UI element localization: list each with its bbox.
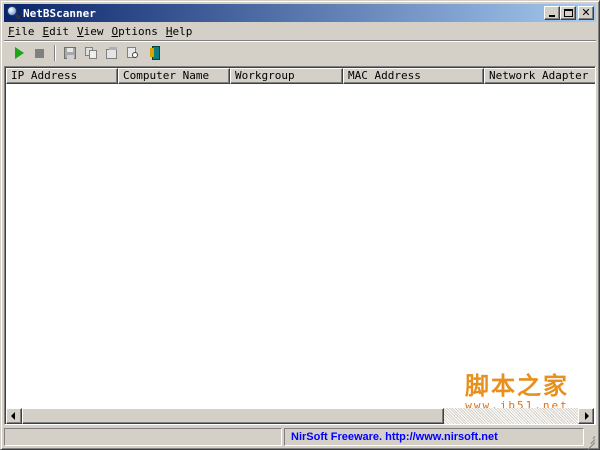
close-icon: ✕ xyxy=(581,6,591,19)
column-computer-name[interactable]: Computer Name xyxy=(118,68,230,84)
arrow-left-icon xyxy=(11,412,15,420)
site-watermark: 脚本之家 www.jb51.net xyxy=(452,372,582,412)
properties-button[interactable] xyxy=(102,44,122,62)
column-headers: IP Address Computer Name Workgroup MAC A… xyxy=(6,68,595,84)
properties-icon xyxy=(105,46,119,60)
copy-button[interactable] xyxy=(81,44,101,62)
arrow-right-icon xyxy=(585,412,589,420)
window-title: NetBScanner xyxy=(23,6,96,20)
status-panel-nirsoft-link[interactable]: NirSoft Freeware. http://www.nirsoft.net xyxy=(284,428,584,446)
menu-edit[interactable]: Edit xyxy=(39,24,74,39)
scroll-right-button[interactable] xyxy=(578,408,594,424)
app-window: NetBScanner ✕ File Edit View Options Hel… xyxy=(0,0,600,450)
stop-scan-button[interactable] xyxy=(29,44,49,62)
play-icon xyxy=(14,47,24,59)
minimize-button[interactable] xyxy=(544,6,560,20)
column-ip-address[interactable]: IP Address xyxy=(6,68,118,84)
scroll-track[interactable] xyxy=(22,408,578,424)
menu-options[interactable]: Options xyxy=(108,24,162,39)
exit-icon xyxy=(146,45,162,61)
find-button[interactable] xyxy=(123,44,143,62)
results-list[interactable]: IP Address Computer Name Workgroup MAC A… xyxy=(4,66,596,425)
app-magnifier-icon[interactable] xyxy=(6,6,21,20)
minimize-icon xyxy=(549,15,555,17)
maximize-button[interactable] xyxy=(560,6,576,20)
status-panel-count xyxy=(4,428,282,446)
close-button[interactable]: ✕ xyxy=(578,6,594,20)
toolbar xyxy=(4,42,596,64)
start-scan-button[interactable] xyxy=(8,44,28,62)
status-bar: NirSoft Freeware. http://www.nirsoft.net xyxy=(4,428,596,450)
title-bar[interactable]: NetBScanner ✕ xyxy=(4,4,596,22)
menu-view[interactable]: View xyxy=(73,24,108,39)
find-icon xyxy=(126,46,140,60)
column-workgroup[interactable]: Workgroup xyxy=(230,68,343,84)
toolbar-separator xyxy=(54,45,56,61)
stop-icon xyxy=(34,48,44,58)
menu-bar: File Edit View Options Help xyxy=(4,23,596,40)
menu-help[interactable]: Help xyxy=(162,24,197,39)
scroll-thumb[interactable] xyxy=(22,408,444,424)
horizontal-scrollbar[interactable] xyxy=(6,408,594,424)
menu-file[interactable]: File xyxy=(4,24,39,39)
column-mac-address[interactable]: MAC Address xyxy=(343,68,484,84)
exit-button[interactable] xyxy=(144,44,164,62)
scroll-left-button[interactable] xyxy=(6,408,22,424)
maximize-icon xyxy=(564,9,573,17)
save-icon xyxy=(64,47,76,59)
resize-grip-icon[interactable] xyxy=(584,434,596,450)
copy-icon xyxy=(84,46,98,60)
column-network-adapter-company[interactable]: Network Adapter Com xyxy=(484,68,595,84)
save-button[interactable] xyxy=(60,44,80,62)
watermark-chinese-text: 脚本之家 xyxy=(465,371,569,400)
